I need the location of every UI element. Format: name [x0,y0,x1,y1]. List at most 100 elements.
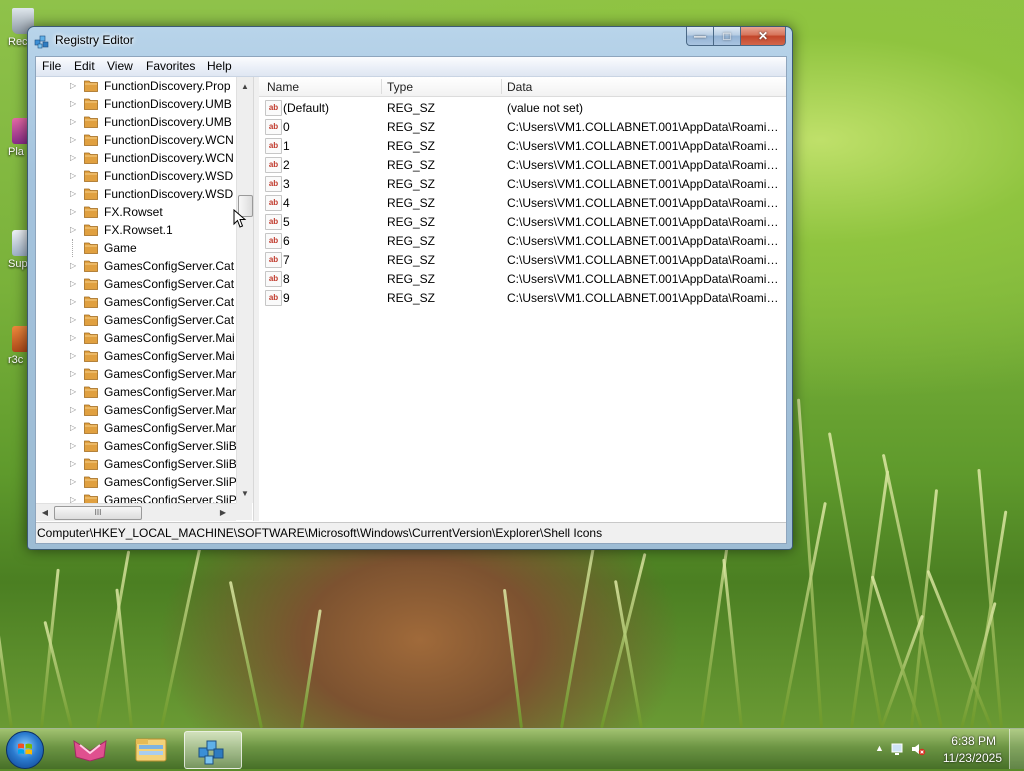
tree-item[interactable]: ▷ GamesConfigServer.Mai [36,329,236,347]
expand-arrow-icon[interactable]: ▷ [70,459,76,468]
registry-value-row[interactable]: ab 2 REG_SZ C:\Users\VM1.COLLABNET.001\AppD… [259,155,786,174]
minimize-icon: — [694,29,706,43]
tree-item[interactable]: ▷ FunctionDiscovery.WSD [36,167,236,185]
tree-item[interactable]: ▷ FX.Rowset.1 [36,221,236,239]
registry-value-row[interactable]: ab 3 REG_SZ C:\Users\VM1.COLLABNET.001\AppD… [259,174,786,193]
tree-item[interactable]: ▷ FunctionDiscovery.UMB [36,113,236,131]
registry-value-row[interactable]: ab 5 REG_SZ C:\Users\VM1.COLLABNET.001\AppD… [259,212,786,231]
tree-vertical-scrollbar[interactable]: ▲ ▼ [236,77,253,503]
expand-arrow-icon[interactable]: ▷ [70,153,76,162]
tree-item[interactable]: ▷ GamesConfigServer.SliP [36,473,237,491]
volume-muted-icon[interactable] [910,741,926,757]
registry-value-row[interactable]: ab (Default) REG_SZ (value not set) [259,98,786,117]
tree-item[interactable]: ▷ GamesConfigServer.Cat [36,293,236,311]
registry-value-row[interactable]: ab 0 REG_SZ C:\Users\VM1.COLLABNET.001\AppD… [259,117,786,136]
tree-item[interactable]: ▷ GamesConfigServer.Mai [36,347,236,365]
tree-item[interactable]: ▷ GamesConfigServer.Mar [36,383,236,401]
expand-arrow-icon[interactable]: ▷ [70,261,76,270]
registry-value-row[interactable]: ab 4 REG_SZ C:\Users\VM1.COLLABNET.001\AppD… [259,193,786,212]
scroll-down-arrow-icon[interactable]: ▼ [238,485,252,501]
show-hidden-icons-icon[interactable]: ▲ [875,743,884,753]
value-type: REG_SZ [387,215,436,229]
tree-hscroll-thumb[interactable]: III [54,506,142,520]
tree-item[interactable]: ▷ GamesConfigServer.SliB [36,455,237,473]
show-desktop-button[interactable] [1009,729,1024,769]
tree-item[interactable]: ▷ GamesConfigServer.SliB [36,437,237,455]
minimize-button[interactable]: — [686,27,714,46]
expand-arrow-icon[interactable]: ▷ [70,315,76,324]
tree-item[interactable]: ▷ FunctionDiscovery.UMB [36,95,236,113]
expand-arrow-icon[interactable]: ▷ [70,225,76,234]
menu-edit[interactable]: Edit [74,59,95,73]
tree-item[interactable]: ▷ GamesConfigServer.Cat [36,257,236,275]
expand-arrow-icon[interactable]: ▷ [70,387,76,396]
registry-value-row[interactable]: ab 1 REG_SZ C:\Users\VM1.COLLABNET.001\AppD… [259,136,786,155]
column-header-name[interactable]: Name [267,80,299,94]
column-header-type[interactable]: Type [387,80,413,94]
registry-value-row[interactable]: ab 8 REG_SZ C:\Users\VM1.COLLABNET.001\AppD… [259,269,786,288]
clock-time[interactable]: 6:38 PM [951,734,996,748]
expand-arrow-icon[interactable]: ▷ [70,171,76,180]
expand-arrow-icon[interactable]: ▷ [70,99,76,108]
maximize-button[interactable]: □ [714,27,741,46]
menu-view[interactable]: View [107,59,133,73]
column-header-data[interactable]: Data [507,80,532,94]
menu-favorites[interactable]: Favorites [146,59,195,73]
values-list[interactable]: Name Type Data ab (Default) REG_SZ (value n… [259,77,786,521]
expand-arrow-icon[interactable]: ▷ [70,405,76,414]
title-bar[interactable]: Registry Editor — □ ✕ [28,27,792,55]
tree-item[interactable]: ▷ FunctionDiscovery.WCN [36,149,236,167]
tree-item-label: GamesConfigServer.Mai [104,331,235,345]
tree-item-label: GamesConfigServer.SliB [104,457,237,471]
scroll-right-arrow-icon[interactable]: ▶ [216,504,230,520]
tree-item[interactable]: ▷ GamesConfigServer.Mar [36,401,236,419]
expand-arrow-icon[interactable]: ▷ [70,81,76,90]
expand-arrow-icon[interactable]: ▷ [70,117,76,126]
registry-editor-window[interactable]: Registry Editor — □ ✕ File Edit View Fav… [27,26,793,550]
expand-arrow-icon[interactable]: ▷ [70,423,76,432]
registry-tree[interactable]: ▷ FunctionDiscovery.Prop ▷ FunctionDiscover… [36,77,254,521]
tree-item[interactable]: ▷ FX.Rowset [36,203,236,221]
tree-item[interactable]: ▷ FunctionDiscovery.WCN [36,131,236,149]
tree-item[interactable]: ▷ GamesConfigServer.Cat [36,275,236,293]
registry-value-row[interactable]: ab 7 REG_SZ C:\Users\VM1.COLLABNET.001\AppD… [259,250,786,269]
tree-item[interactable]: ▷ GamesConfigServer.Cat [36,311,236,329]
expand-arrow-icon[interactable]: ▷ [70,279,76,288]
clock-date[interactable]: 11/23/2025 [943,751,1002,765]
tree-item[interactable]: ▷ GamesConfigServer.Mar [36,365,236,383]
registry-value-row[interactable]: ab 9 REG_SZ C:\Users\VM1.COLLABNET.001\AppD… [259,288,786,307]
expand-arrow-icon[interactable]: ▷ [70,297,76,306]
folder-icon [84,368,98,380]
tree-item[interactable]: ▷ GamesConfigServer.Mar [36,419,236,437]
tree-item[interactable]: ▷ FunctionDiscovery.Prop [36,77,236,95]
network-icon[interactable] [890,741,906,757]
expand-arrow-icon[interactable]: ▷ [70,207,76,216]
string-value-icon: ab [265,100,282,116]
folder-icon [84,206,98,218]
folder-icon [84,404,98,416]
tree-item[interactable]: Game [36,239,236,257]
expand-arrow-icon[interactable]: ▷ [70,441,76,450]
menu-file[interactable]: File [42,59,61,73]
menu-help[interactable]: Help [207,59,232,73]
scroll-up-arrow-icon[interactable]: ▲ [238,78,252,94]
close-button[interactable]: ✕ [741,27,786,46]
expand-arrow-icon[interactable]: ▷ [70,477,76,486]
expand-arrow-icon[interactable]: ▷ [70,369,76,378]
expand-arrow-icon[interactable]: ▷ [70,351,76,360]
column-divider[interactable] [501,79,502,94]
column-divider[interactable] [381,79,382,94]
tree-horizontal-scrollbar[interactable]: ◀ III ▶ [36,503,236,521]
value-data: C:\Users\VM1.COLLABNET.001\AppData\Roami… [507,234,785,248]
registry-value-row[interactable]: ab 6 REG_SZ C:\Users\VM1.COLLABNET.001\AppD… [259,231,786,250]
value-data: C:\Users\VM1.COLLABNET.001\AppData\Roami… [507,120,785,134]
expand-arrow-icon[interactable]: ▷ [70,135,76,144]
taskbar-registry-editor[interactable] [184,731,242,769]
expand-arrow-icon[interactable]: ▷ [70,333,76,342]
start-button[interactable] [6,731,44,769]
tree-item[interactable]: ▷ FunctionDiscovery.WSD [36,185,236,203]
scroll-left-arrow-icon[interactable]: ◀ [38,504,52,520]
expand-arrow-icon[interactable]: ▷ [70,189,76,198]
taskbar-app-pink[interactable] [62,731,118,767]
taskbar-file-explorer[interactable] [123,731,179,767]
